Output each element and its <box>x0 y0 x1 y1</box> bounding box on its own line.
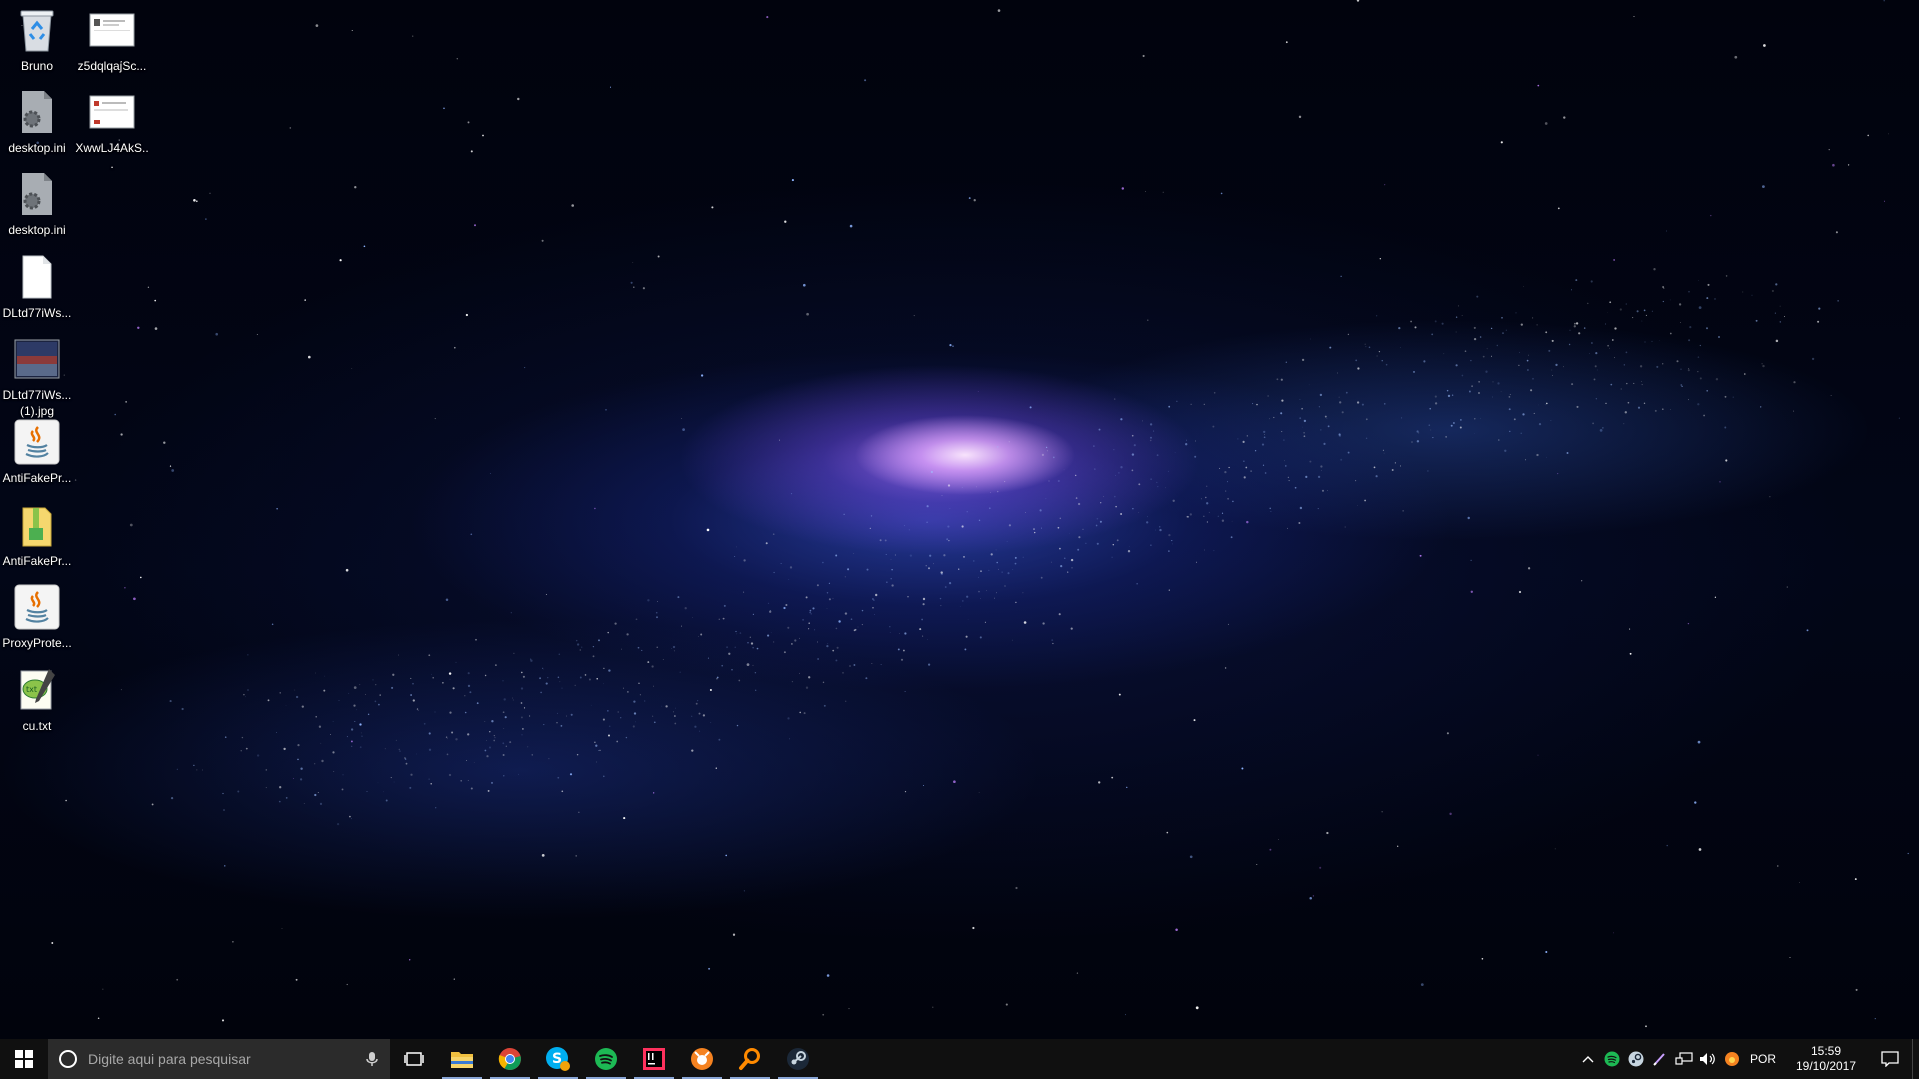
task-view-icon <box>404 1052 424 1066</box>
spotify-icon <box>1604 1051 1620 1067</box>
skype-icon: S <box>546 1047 570 1071</box>
taskbar: Digite aqui para pesquisar S POR 15:59 1… <box>0 1039 1919 1079</box>
text-file-icon: txt <box>13 666 61 714</box>
volume-icon <box>1699 1053 1715 1065</box>
screenshot-image-icon <box>88 88 136 136</box>
desktop-icon-label: XwwLJ4AkS... <box>75 141 149 171</box>
desktop-icon-label: ProxyProte... <box>2 636 72 650</box>
config-file-icon <box>13 88 61 136</box>
clock[interactable]: 15:59 19/10/2017 <box>1784 1044 1868 1074</box>
chrome-icon <box>498 1048 521 1070</box>
orange-app-icon <box>691 1048 713 1070</box>
desktop-icon-jpg-file[interactable]: DLtd77iWs... (1).jpg <box>0 335 74 419</box>
network-icon <box>1675 1052 1693 1065</box>
clock-date: 19/10/2017 <box>1795 1059 1857 1073</box>
notification-icon <box>1881 1051 1899 1067</box>
desktop-icon-java-app[interactable]: ProxyProte... <box>0 583 74 651</box>
desktop-icon-label: AntiFakePr... <box>2 471 72 485</box>
search-box[interactable]: Digite aqui para pesquisar <box>48 1039 390 1079</box>
desktop-icon-label: cu.txt <box>22 719 52 733</box>
taskbar-app-file-explorer[interactable] <box>438 1039 486 1079</box>
system-tray: POR 15:59 19/10/2017 <box>1576 1039 1919 1079</box>
recycle-bin-icon <box>13 6 61 54</box>
tray-network[interactable] <box>1672 1039 1696 1079</box>
taskbar-app-skype[interactable]: S <box>534 1039 582 1079</box>
desktop-icon-text-file[interactable]: txt cu.txt <box>0 666 74 734</box>
desktop-icon-label: z5dqlqajSc... <box>77 59 147 73</box>
intellij-icon <box>643 1048 665 1070</box>
tray-steam[interactable] <box>1624 1039 1648 1079</box>
show-desktop-button[interactable] <box>1912 1039 1919 1079</box>
desktop[interactable]: Bruno z5dqlqajSc... desktop.ini XwwLJ4Ak… <box>0 0 1919 1039</box>
desktop-icon-java-app[interactable]: AntiFakePr... <box>0 418 74 486</box>
desktop-icon-label: AntiFakePr... <box>2 554 72 568</box>
java-icon <box>13 418 61 466</box>
java-icon <box>13 583 61 631</box>
desktop-icon-image-file[interactable]: z5dqlqajSc... <box>75 6 149 74</box>
tray-volume[interactable] <box>1696 1039 1720 1079</box>
task-view-button[interactable] <box>390 1039 438 1079</box>
action-center-button[interactable] <box>1868 1039 1912 1079</box>
spotify-icon <box>595 1048 617 1070</box>
clock-time: 15:59 <box>1810 1044 1842 1058</box>
language-indicator[interactable]: POR <box>1744 1052 1784 1066</box>
desktop-icon-label: DLtd77iWs... (1).jpg <box>2 388 72 418</box>
desktop-icon-label: Bruno <box>20 59 54 73</box>
start-button[interactable] <box>0 1039 48 1079</box>
desktop-icon-image-file[interactable]: XwwLJ4AkS... <box>75 88 149 172</box>
taskbar-app-intellij[interactable] <box>630 1039 678 1079</box>
tray-spotify[interactable] <box>1600 1039 1624 1079</box>
folder-icon <box>451 1052 473 1068</box>
tray-pen-tool[interactable] <box>1648 1039 1672 1079</box>
steam-icon <box>1628 1051 1644 1067</box>
chevron-up-icon <box>1582 1056 1594 1063</box>
taskbar-app-spotify[interactable] <box>582 1039 630 1079</box>
show-hidden-icons-button[interactable] <box>1576 1039 1600 1079</box>
desktop-icon-ini-file[interactable]: desktop.ini <box>0 170 74 238</box>
taskbar-app-steam[interactable] <box>774 1039 822 1079</box>
search-placeholder: Digite aqui para pesquisar <box>88 1051 251 1067</box>
desktop-icon-recycle-bin[interactable]: Bruno <box>0 6 74 74</box>
screenshot-image-icon <box>88 6 136 54</box>
desktop-icon-ini-file[interactable]: desktop.ini <box>0 88 74 156</box>
wallpaper-stars <box>21 0 1909 1028</box>
archive-icon <box>13 501 61 549</box>
pen-icon <box>1653 1053 1665 1066</box>
desktop-icon-file[interactable]: DLtd77iWs... <box>0 253 74 321</box>
desktop-icon-archive[interactable]: AntiFakePr... <box>0 501 74 569</box>
config-file-icon <box>13 170 61 218</box>
blank-file-icon <box>13 253 61 301</box>
microphone-icon[interactable] <box>366 1051 378 1067</box>
cortana-icon <box>59 1050 77 1068</box>
orange-app-icon <box>1724 1052 1739 1066</box>
steam-icon <box>787 1048 809 1070</box>
taskbar-app-chrome[interactable] <box>486 1039 534 1079</box>
svg-text:txt: txt <box>26 685 37 694</box>
desktop-icon-label: desktop.ini <box>8 223 66 237</box>
magnifier-app-icon <box>739 1048 760 1070</box>
desktop-icon-label: desktop.ini <box>8 141 66 155</box>
taskbar-app-orange[interactable] <box>678 1039 726 1079</box>
taskbar-app-search-tool[interactable] <box>726 1039 774 1079</box>
desktop-icon-label: DLtd77iWs... <box>2 306 72 320</box>
tray-app-orange[interactable] <box>1720 1039 1744 1079</box>
windows-logo-icon <box>15 1050 33 1068</box>
jpg-image-icon <box>13 335 61 383</box>
